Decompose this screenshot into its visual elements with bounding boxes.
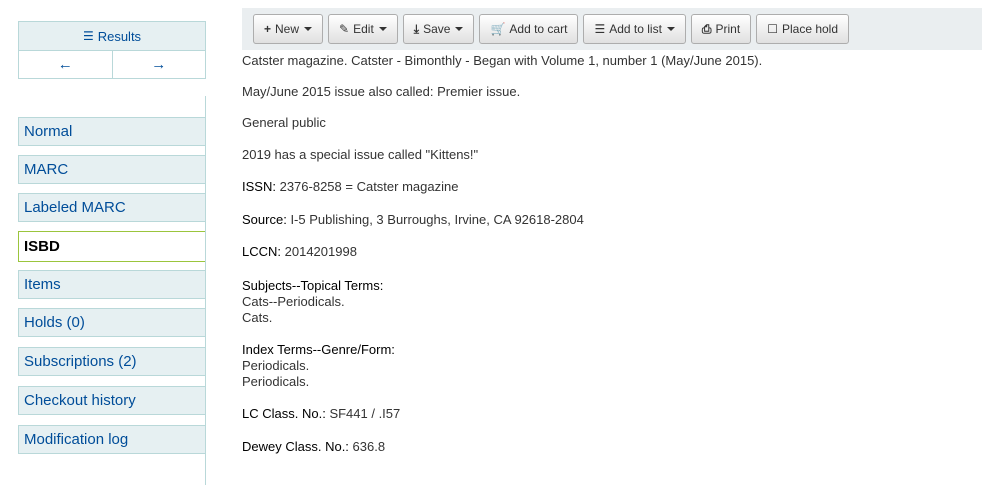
subjects-label: Subjects--Topical Terms:: [242, 278, 384, 293]
add-to-cart-label: Add to cart: [509, 22, 568, 36]
tab-label: Labeled MARC: [24, 199, 126, 216]
issn-row: ISSN: 2376-8258 = Catster magazine: [242, 179, 458, 194]
lccn-value: 2014201998: [284, 244, 357, 259]
tab-label: Modification log: [24, 431, 129, 448]
new-button[interactable]: + New: [253, 14, 324, 44]
source-row: Source: I-5 Publishing, 3 Burroughs, Irv…: [242, 212, 584, 227]
plus-icon: +: [264, 22, 272, 36]
caret-down-icon: [304, 27, 313, 31]
tab-label: Subscriptions (2): [24, 353, 137, 370]
results-box: ☰ Results ← →: [18, 21, 206, 79]
lccn-row: LCCN: 2014201998: [242, 244, 357, 259]
audience-note: General public: [242, 115, 326, 130]
place-hold-button[interactable]: ☐ Place hold: [756, 14, 850, 44]
genre-term: Periodicals.: [242, 358, 310, 373]
tab-normal[interactable]: Normal: [18, 117, 205, 146]
results-link[interactable]: ☰ Results: [19, 22, 205, 51]
subject-term: Cats--Periodicals.: [242, 294, 345, 309]
subject-term: Cats.: [242, 310, 273, 325]
save-button-label: Save: [423, 22, 451, 36]
sticky-note-icon: ☐: [767, 22, 778, 36]
tab-modification-log[interactable]: Modification log: [18, 425, 205, 454]
dewey-label: Dewey Class. No.:: [242, 439, 349, 454]
list-icon: ☰: [82, 29, 94, 43]
tab-marc[interactable]: MARC: [18, 155, 205, 184]
new-button-label: New: [275, 22, 300, 36]
tab-label: MARC: [24, 161, 69, 178]
next-arrow-icon[interactable]: →: [113, 51, 206, 78]
results-label: Results: [97, 28, 142, 44]
pencil-icon: ✎: [339, 22, 350, 36]
previous-arrow-icon[interactable]: ←: [19, 51, 113, 78]
print-button-label: Print: [715, 22, 741, 36]
tab-items[interactable]: Items: [18, 270, 205, 299]
lc-class-label: LC Class. No.:: [242, 406, 326, 421]
tab-label: Holds (0): [24, 314, 85, 331]
sidebar-divider: [205, 96, 206, 485]
tab-isbd[interactable]: ISBD: [18, 231, 205, 262]
source-label: Source:: [242, 212, 287, 227]
edit-button[interactable]: ✎ Edit: [328, 14, 398, 44]
dewey-row: Dewey Class. No.: 636.8: [242, 439, 385, 454]
issn-label: ISSN:: [242, 179, 276, 194]
issue-note: May/June 2015 issue also called: Premier…: [242, 84, 521, 99]
add-to-list-button[interactable]: ☰ Add to list: [583, 14, 686, 44]
results-pager: ← →: [19, 51, 205, 78]
lc-class-row: LC Class. No.: SF441 / .I57: [242, 406, 400, 421]
special-issue-note: 2019 has a special issue called "Kittens…: [242, 147, 479, 162]
lccn-label: LCCN:: [242, 244, 282, 259]
list-icon: ☰: [594, 22, 606, 36]
place-hold-label: Place hold: [781, 22, 839, 36]
tab-subscriptions[interactable]: Subscriptions (2): [18, 347, 205, 376]
tab-label: ISBD: [24, 238, 60, 255]
source-value: I-5 Publishing, 3 Burroughs, Irvine, CA …: [290, 212, 584, 227]
record-toolbar: + New ✎ Edit ⤓ Save 🛒 Add to cart ☰ Add …: [242, 8, 982, 50]
genre-label: Index Terms--Genre/Form:: [242, 342, 395, 357]
tab-label: Checkout history: [24, 392, 136, 409]
lc-class-value: SF441 / .I57: [329, 406, 401, 421]
download-icon: ⤓: [413, 21, 420, 36]
tab-labeled-marc[interactable]: Labeled MARC: [18, 193, 205, 222]
series-note: Catster magazine. Catster - Bimonthly - …: [242, 53, 763, 68]
dewey-value: 636.8: [352, 439, 386, 454]
caret-down-icon: [666, 27, 675, 31]
tab-label: Normal: [24, 123, 73, 140]
caret-down-icon: [455, 27, 464, 31]
add-to-cart-button[interactable]: 🛒 Add to cart: [479, 14, 579, 44]
genre-term: Periodicals.: [242, 374, 310, 389]
print-button[interactable]: ⎙ Print: [690, 14, 752, 44]
tab-holds[interactable]: Holds (0): [18, 308, 205, 337]
printer-icon: ⎙: [701, 21, 712, 36]
tab-checkout-history[interactable]: Checkout history: [18, 386, 205, 415]
cart-icon: 🛒: [490, 22, 506, 36]
edit-button-label: Edit: [353, 22, 374, 36]
issn-value: 2376-8258 = Catster magazine: [279, 179, 459, 194]
caret-down-icon: [378, 27, 387, 31]
add-to-list-label: Add to list: [609, 22, 662, 36]
tab-label: Items: [24, 276, 61, 293]
save-button[interactable]: ⤓ Save: [402, 14, 475, 44]
